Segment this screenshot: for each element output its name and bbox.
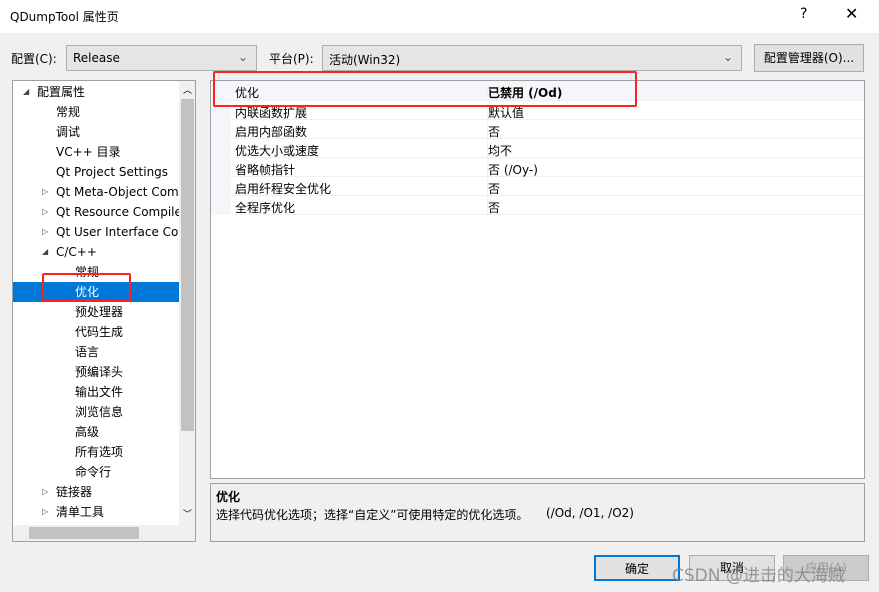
- property-row[interactable]: 省略帧指针 否 (/Oy-): [211, 158, 864, 178]
- tree-item-label: Qt Resource Compile: [56, 205, 179, 219]
- chevron-down-icon: ⌄: [237, 50, 248, 64]
- property-tree[interactable]: ◢ 配置属性常规调试 VC++ 目录 Qt Project Settings ▷ Qt M…: [12, 80, 196, 542]
- tree-item-label: Qt User Interface Co: [56, 225, 179, 239]
- hscroll-thumb[interactable]: [29, 527, 139, 539]
- description-switches: (/Od, /O1, /O2): [546, 506, 634, 520]
- chevron-down-icon: ⌄: [722, 50, 733, 64]
- close-button[interactable]: ✕: [845, 4, 858, 23]
- tree-item[interactable]: 代码生成: [13, 322, 179, 342]
- property-value[interactable]: 否: [487, 199, 500, 216]
- highlight-box: [42, 273, 131, 302]
- tree-item[interactable]: 常规: [13, 102, 179, 122]
- scroll-down-icon[interactable]: ﹀: [183, 507, 192, 520]
- collapsed-triangle-icon[interactable]: ▷: [42, 502, 48, 522]
- tree-item[interactable]: ▷ 链接器: [13, 482, 179, 502]
- tree-item[interactable]: ▷ Qt User Interface Co: [13, 222, 179, 242]
- property-row[interactable]: 启用纤程安全优化 否: [211, 177, 864, 197]
- tree-item[interactable]: 所有选项: [13, 442, 179, 462]
- tree-item[interactable]: 输出文件: [13, 382, 179, 402]
- platform-select[interactable]: 活动(Win32) ⌄: [322, 45, 742, 71]
- tree-item[interactable]: ▷ 清单工具: [13, 502, 179, 522]
- tree-item-label: 语言: [75, 345, 100, 359]
- tree-item-label: 命令行: [75, 465, 112, 479]
- platform-value: 活动(Win32): [329, 53, 401, 67]
- tree-item-label: VC++ 目录: [56, 145, 121, 159]
- property-value[interactable]: 否: [487, 180, 500, 197]
- platform-label: 平台(P):: [269, 52, 314, 66]
- property-row[interactable]: 全程序优化 否: [211, 196, 864, 216]
- tree-item-label: 高级: [75, 425, 100, 439]
- tree-item-label: 链接器: [56, 485, 93, 499]
- scroll-up-icon[interactable]: ︿: [183, 83, 192, 96]
- tree-item-label: 预处理器: [75, 305, 124, 319]
- tree-item[interactable]: ◢ C/C++: [13, 242, 179, 262]
- tree-item[interactable]: VC++ 目录: [13, 142, 179, 162]
- row-gutter: [211, 177, 231, 196]
- title-bar: QDumpTool 属性页 ? ✕: [0, 0, 879, 33]
- row-gutter: [211, 139, 231, 158]
- description-panel: 优化 选择代码优化选项；选择“自定义”可使用特定的优化选项。 (/Od, /O1…: [210, 483, 865, 542]
- window-title: QDumpTool 属性页: [10, 10, 119, 24]
- property-value[interactable]: 否 (/Oy-): [487, 161, 538, 178]
- collapsed-triangle-icon[interactable]: ▷: [42, 222, 48, 242]
- property-row[interactable]: 优选大小或速度 均不: [211, 139, 864, 159]
- scrollbar-thumb[interactable]: [181, 99, 194, 431]
- config-value: Release: [73, 51, 120, 65]
- property-name: 全程序优化: [235, 201, 296, 215]
- help-button[interactable]: ?: [800, 6, 807, 22]
- tree-item[interactable]: 高级: [13, 422, 179, 442]
- row-gutter: [211, 196, 231, 215]
- property-value[interactable]: 均不: [487, 142, 512, 159]
- collapsed-triangle-icon[interactable]: ▷: [42, 202, 48, 222]
- description-title: 优化: [216, 490, 241, 504]
- tree-item-label: 清单工具: [56, 505, 105, 519]
- tree-item[interactable]: 预处理器: [13, 302, 179, 322]
- tree-item-label: 调试: [56, 125, 81, 139]
- ok-button[interactable]: 确定: [594, 555, 680, 581]
- property-grid[interactable]: 优化 已禁用 (/Od) 内联函数扩展 默认值 启用内部函数否优选大小或速度 均不 省略帧指…: [210, 80, 865, 479]
- row-gutter: [211, 158, 231, 177]
- row-gutter: [211, 120, 231, 139]
- property-name: 省略帧指针: [235, 163, 296, 177]
- description-text: 选择代码优化选项；选择“自定义”可使用特定的优化选项。: [216, 508, 529, 522]
- config-label: 配置(C):: [11, 52, 57, 66]
- property-name: 优选大小或速度: [235, 144, 320, 158]
- tree-item[interactable]: ▷ Qt Resource Compile: [13, 202, 179, 222]
- tree-item-label: Qt Project Settings: [56, 165, 169, 179]
- tree-item[interactable]: 调试: [13, 122, 179, 142]
- property-value[interactable]: 否: [487, 123, 500, 140]
- config-manager-button[interactable]: 配置管理器(O)...: [754, 44, 864, 72]
- watermark: CSDN @进击的大海贼: [672, 566, 845, 586]
- tree-item[interactable]: ▷ Qt Meta-Object Com: [13, 182, 179, 202]
- tree-item-label: C/C++: [56, 245, 97, 259]
- tree-item[interactable]: 浏览信息: [13, 402, 179, 422]
- horizontal-scrollbar[interactable]: [13, 525, 179, 541]
- config-select[interactable]: Release ⌄: [66, 45, 257, 71]
- tree-item-label: 常规: [56, 105, 81, 119]
- tree-item-label: 输出文件: [75, 385, 124, 399]
- tree-item[interactable]: 命令行: [13, 462, 179, 482]
- property-name: 启用纤程安全优化: [235, 182, 332, 196]
- tree-item-label: 配置属性: [37, 85, 86, 99]
- collapsed-triangle-icon[interactable]: ▷: [42, 482, 48, 502]
- tree-item[interactable]: 预编译头: [13, 362, 179, 382]
- expanded-triangle-icon[interactable]: ◢: [42, 242, 48, 262]
- tree-item-label: 预编译头: [75, 365, 124, 379]
- tree-item-label: 所有选项: [75, 445, 124, 459]
- tree-item-label: Qt Meta-Object Com: [56, 185, 179, 199]
- tree-item-label: 浏览信息: [75, 405, 124, 419]
- tree-item[interactable]: 语言: [13, 342, 179, 362]
- tree-item[interactable]: ◢ 配置属性: [13, 82, 179, 102]
- highlight-box: [213, 71, 637, 107]
- property-name: 启用内部函数: [235, 125, 308, 139]
- tree-item-label: 代码生成: [75, 325, 124, 339]
- collapsed-triangle-icon[interactable]: ▷: [42, 182, 48, 202]
- property-row[interactable]: 启用内部函数 否: [211, 120, 864, 140]
- expanded-triangle-icon[interactable]: ◢: [23, 82, 29, 102]
- tree-item[interactable]: Qt Project Settings: [13, 162, 179, 182]
